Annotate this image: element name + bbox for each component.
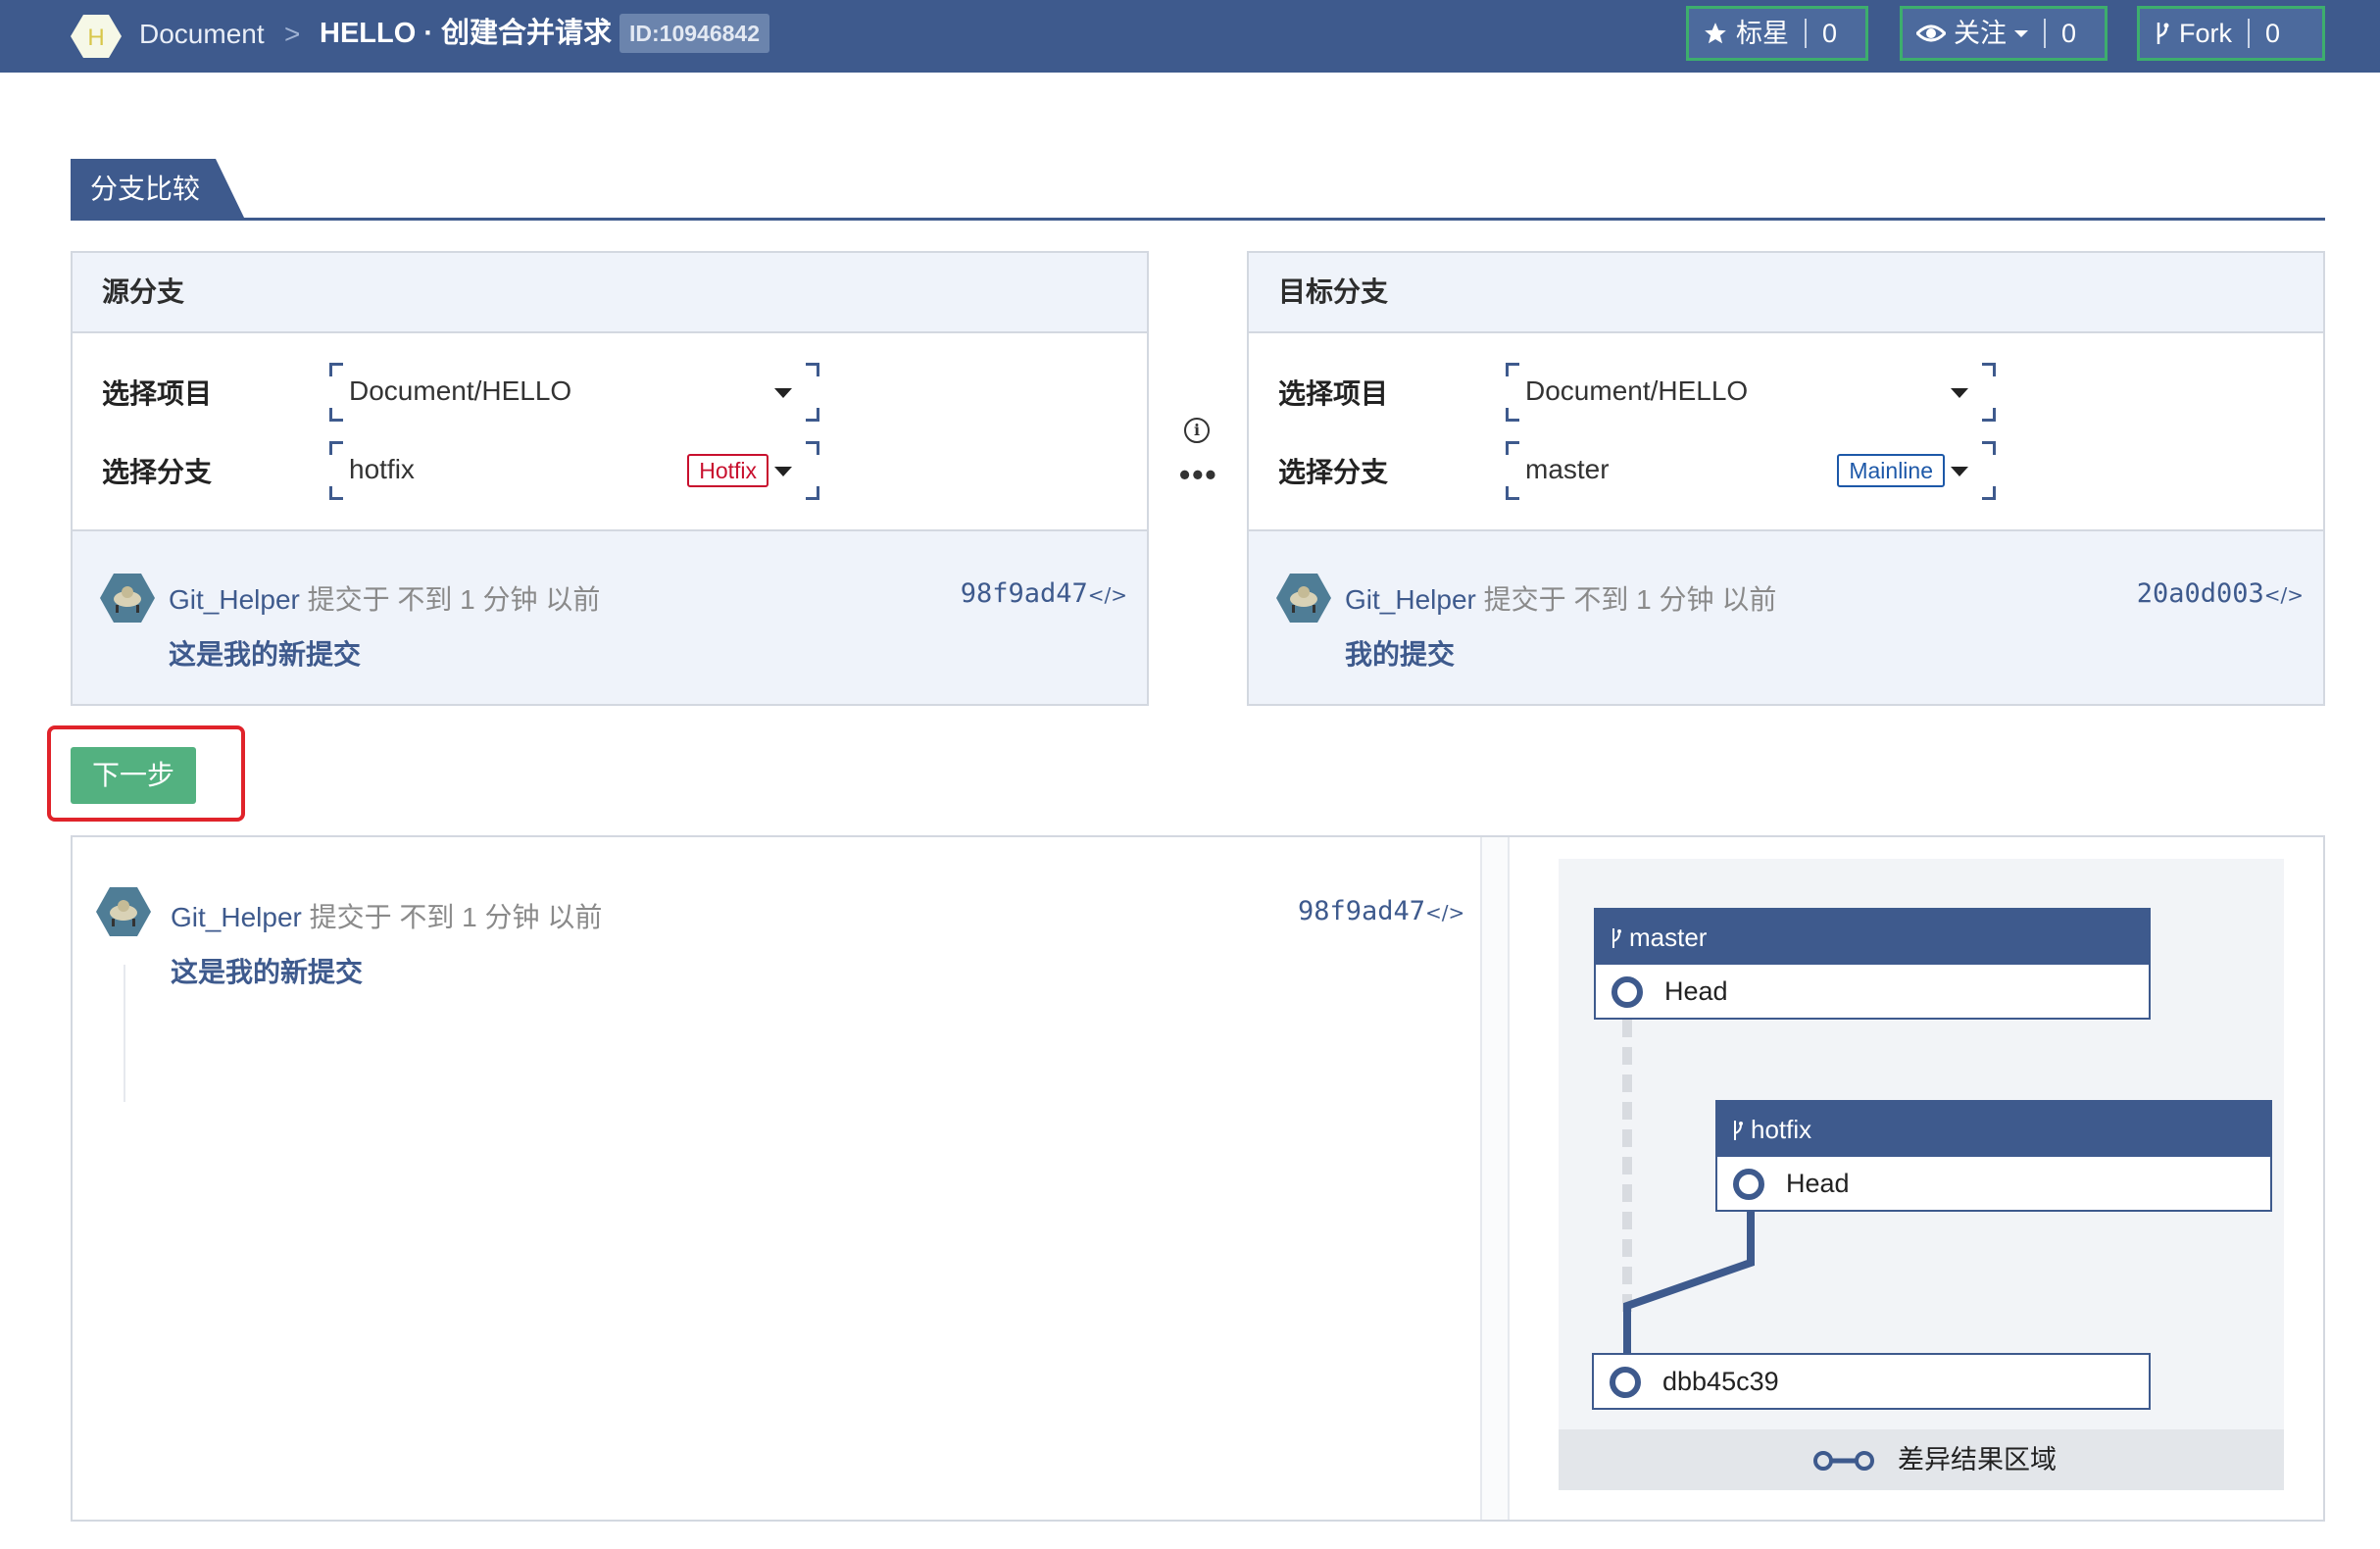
graph-legend: 差异结果区域 [1559,1429,2284,1490]
watch-label: 关注 [1954,19,2007,48]
base-commit-sha: dbb45c39 [1662,1367,1779,1396]
source-project-value: Document/HELLO [349,375,572,406]
commit-message[interactable]: 这是我的新提交 [169,633,361,673]
hotfix-head-label: Head [1786,1169,1850,1198]
target-branch-label: 选择分支 [1278,457,1389,487]
commit-sha-link[interactable]: 20a0d003</> [2137,578,2304,609]
hotfix-branch-header: hotfix [1717,1102,2270,1157]
project-logo-icon[interactable]: H [71,13,122,60]
code-icon: </> [1087,583,1127,607]
top-navigation-bar: H Document > HELLO · 创建合并请求 ID:10946842 … [0,0,2380,73]
star-label: 标星 [1736,19,1789,48]
caret-down-icon [774,388,792,398]
watch-count[interactable]: 0 [2046,9,2092,58]
star-button[interactable]: 标星 0 [1686,6,1868,61]
source-latest-commit: Git_Helper 提交于 不到 1 分钟 以前 98f9ad47</> 这是… [73,529,1147,704]
target-branch-value: master [1525,454,1610,484]
tab-branch-compare[interactable]: 分支比较 [71,159,245,220]
branch-type-badge: Mainline [1837,454,1945,487]
caret-down-icon [774,467,792,476]
star-icon [1705,23,1726,44]
code-icon: </> [2263,583,2304,607]
source-branch-select[interactable]: hotfix Hotfix [329,441,819,500]
target-project-select[interactable]: Document/HELLO [1506,363,1996,422]
watch-button[interactable]: 关注 0 [1900,6,2107,61]
commit-node-icon [1733,1169,1764,1200]
caret-down-icon [1951,388,1968,398]
more-dots-icon: ••• [1179,457,1218,492]
hotfix-branch-node[interactable]: hotfix Head [1715,1100,2272,1212]
commit-time: 提交于 不到 1 分钟 以前 [1483,584,1777,615]
chevron-down-icon [2014,30,2028,37]
target-branch-panel: 目标分支 选择项目 Document/HELLO 选择分支 master Mai… [1247,251,2325,706]
source-project-select[interactable]: Document/HELLO [329,363,819,422]
svg-text:H: H [87,25,104,51]
fork-label: Fork [2179,19,2232,48]
graph-legend-label: 差异结果区域 [1898,1445,2057,1474]
avatar[interactable] [96,886,151,937]
branch-icon [1612,928,1621,948]
master-branch-name: master [1629,923,1708,952]
base-commit-row[interactable]: dbb45c39 [1594,1355,2149,1408]
source-branch-label: 选择分支 [102,457,213,487]
next-step-button[interactable]: 下一步 [71,747,196,804]
fork-button[interactable]: Fork 0 [2137,6,2325,61]
source-branch-panel: 源分支 选择项目 Document/HELLO 选择分支 hotfix Hotf… [71,251,1149,706]
caret-down-icon [1951,467,1968,476]
master-head-row[interactable]: Head [1596,965,2149,1018]
fork-icon [2157,23,2169,44]
fork-count[interactable]: 0 [2250,9,2296,58]
commit-time: 提交于 不到 1 分钟 以前 [307,584,601,615]
avatar[interactable] [1276,573,1331,624]
commit-author-link[interactable]: Git_Helper 提交于 不到 1 分钟 以前 [1345,578,1776,618]
master-branch-header: master [1596,910,2149,965]
commit-node-icon [1611,976,1643,1008]
branch-icon [1734,1121,1743,1140]
code-icon: </> [1425,901,1465,924]
target-branch-select[interactable]: master Mainline [1506,441,1996,500]
compare-result-panel: Git_Helper 提交于 不到 1 分钟 以前 98f9ad47</> 这是… [71,835,2325,1522]
breadcrumb-separator-icon: > [284,19,301,49]
master-branch-node[interactable]: master Head [1594,908,2151,1020]
target-project-label: 选择项目 [1278,378,1389,409]
commit-time: 提交于 不到 1 分钟 以前 [309,902,603,932]
star-count[interactable]: 0 [1807,9,1853,58]
info-icon[interactable]: i [1184,418,1210,443]
master-head-label: Head [1664,976,1728,1006]
eye-icon [1916,25,1946,42]
hotfix-branch-name: hotfix [1751,1115,1812,1144]
source-branch-value: hotfix [349,454,415,484]
commit-range-icon [1813,1451,1874,1471]
branch-graph: master Head hotfix Head dbb45c39 差异结果区域 [1559,859,2284,1490]
target-panel-title: 目标分支 [1249,253,2323,333]
source-panel-title: 源分支 [73,253,1147,333]
commit-timeline-line [124,965,125,1102]
commit-sha-link[interactable]: 98f9ad47</> [1298,896,1464,926]
avatar[interactable] [100,573,155,624]
commit-author-link[interactable]: Git_Helper 提交于 不到 1 分钟 以前 [169,578,600,618]
commit-sha-link[interactable]: 98f9ad47</> [961,578,1127,609]
project-id-badge: ID:10946842 [620,14,769,53]
page-title: HELLO · 创建合并请求 [320,18,613,49]
commit-message[interactable]: 这是我的新提交 [171,951,363,990]
base-commit-node[interactable]: dbb45c39 [1592,1353,2151,1410]
breadcrumb-org-link[interactable]: Document [139,17,265,52]
commit-message[interactable]: 我的提交 [1345,633,1455,673]
target-latest-commit: Git_Helper 提交于 不到 1 分钟 以前 20a0d003</> 我的… [1249,529,2323,704]
hotfix-head-row[interactable]: Head [1717,1157,2270,1210]
commit-node-icon [1610,1367,1641,1398]
target-project-value: Document/HELLO [1525,375,1749,406]
commit-author-link[interactable]: Git_Helper 提交于 不到 1 分钟 以前 [171,896,602,935]
branch-type-badge: Hotfix [687,454,769,487]
source-project-label: 选择项目 [102,378,213,409]
panel-divider [1480,837,1510,1520]
section-underline [71,218,2325,221]
